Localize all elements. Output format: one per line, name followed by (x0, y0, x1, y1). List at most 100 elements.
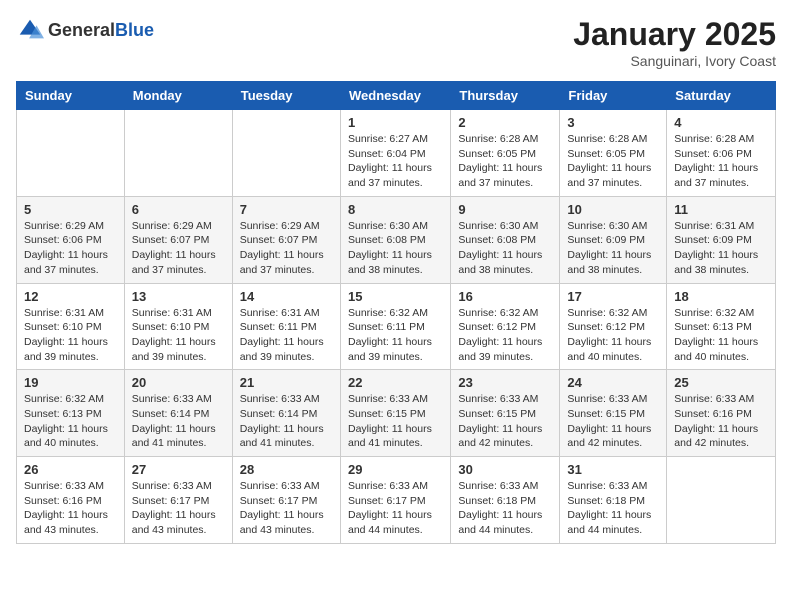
day-info: Sunrise: 6:32 AM Sunset: 6:13 PM Dayligh… (674, 306, 768, 365)
day-number: 9 (458, 202, 552, 217)
day-info: Sunrise: 6:33 AM Sunset: 6:15 PM Dayligh… (567, 392, 659, 451)
title-block: January 2025 Sanguinari, Ivory Coast (573, 16, 776, 69)
calendar-cell: 20Sunrise: 6:33 AM Sunset: 6:14 PM Dayli… (124, 370, 232, 457)
calendar-cell: 31 Sunrise: 6:33 AM Sunset: 6:18 PM Dayli… (560, 457, 667, 544)
page-header: GeneralBlue January 2025 Sanguinari, Ivo… (16, 16, 776, 69)
calendar-cell: 16 Sunrise: 6:32 AM Sunset: 6:12 PM Dayli… (451, 283, 560, 370)
calendar-cell: 14Sunrise: 6:31 AM Sunset: 6:11 PM Dayli… (232, 283, 340, 370)
logo-blue: Blue (115, 20, 154, 40)
calendar-cell: 18 Sunrise: 6:32 AM Sunset: 6:13 PM Dayli… (667, 283, 776, 370)
calendar-cell: 27 Sunrise: 6:33 AM Sunset: 6:17 PM Dayli… (124, 457, 232, 544)
day-info: Sunrise: 6:33 AM Sunset: 6:17 PM Dayligh… (240, 479, 333, 538)
calendar-table: SundayMondayTuesdayWednesdayThursdayFrid… (16, 81, 776, 544)
day-info: Sunrise: 6:30 AM Sunset: 6:09 PM Dayligh… (567, 219, 659, 278)
calendar-week-row: 1Sunrise: 6:27 AM Sunset: 6:04 PM Daylig… (17, 110, 776, 197)
calendar-cell (17, 110, 125, 197)
day-number: 16 (458, 289, 552, 304)
day-info: Sunrise: 6:30 AM Sunset: 6:08 PM Dayligh… (458, 219, 552, 278)
day-info: Sunrise: 6:33 AM Sunset: 6:18 PM Dayligh… (458, 479, 552, 538)
day-number: 27 (132, 462, 225, 477)
calendar-week-row: 12 Sunrise: 6:31 AM Sunset: 6:10 PM Dayli… (17, 283, 776, 370)
calendar-cell: 15 Sunrise: 6:32 AM Sunset: 6:11 PM Dayli… (340, 283, 450, 370)
calendar-cell: 24 Sunrise: 6:33 AM Sunset: 6:15 PM Dayli… (560, 370, 667, 457)
day-info: Sunrise: 6:28 AM Sunset: 6:05 PM Dayligh… (567, 132, 659, 191)
day-info: Sunrise: 6:27 AM Sunset: 6:04 PM Dayligh… (348, 132, 443, 191)
day-number: 29 (348, 462, 443, 477)
day-info: Sunrise: 6:33 AM Sunset: 6:17 PM Dayligh… (132, 479, 225, 538)
day-info: Sunrise: 6:33 AM Sunset: 6:18 PM Dayligh… (567, 479, 659, 538)
day-number: 10 (567, 202, 659, 217)
calendar-week-row: 19 Sunrise: 6:32 AM Sunset: 6:13 PM Dayli… (17, 370, 776, 457)
calendar-cell: 21 Sunrise: 6:33 AM Sunset: 6:14 PM Dayli… (232, 370, 340, 457)
day-number: 2 (458, 115, 552, 130)
day-number: 25 (674, 375, 768, 390)
day-info: Sunrise: 6:32 AM Sunset: 6:11 PM Dayligh… (348, 306, 443, 365)
day-number: 23 (458, 375, 552, 390)
day-info: Sunrise: 6:31 AM Sunset: 6:10 PM Dayligh… (132, 306, 225, 365)
day-info: Sunrise: 6:33 AM Sunset: 6:15 PM Dayligh… (348, 392, 443, 451)
day-number: 26 (24, 462, 117, 477)
day-number: 14 (240, 289, 333, 304)
calendar-cell: 7Sunrise: 6:29 AM Sunset: 6:07 PM Daylig… (232, 196, 340, 283)
logo: GeneralBlue (16, 16, 154, 44)
calendar-cell: 12 Sunrise: 6:31 AM Sunset: 6:10 PM Dayli… (17, 283, 125, 370)
calendar-cell: 4 Sunrise: 6:28 AM Sunset: 6:06 PM Daylig… (667, 110, 776, 197)
day-info: Sunrise: 6:32 AM Sunset: 6:12 PM Dayligh… (458, 306, 552, 365)
day-number: 21 (240, 375, 333, 390)
day-info: Sunrise: 6:28 AM Sunset: 6:05 PM Dayligh… (458, 132, 552, 191)
calendar-cell: 30Sunrise: 6:33 AM Sunset: 6:18 PM Dayli… (451, 457, 560, 544)
calendar-cell (124, 110, 232, 197)
calendar-cell: 25 Sunrise: 6:33 AM Sunset: 6:16 PM Dayli… (667, 370, 776, 457)
day-info: Sunrise: 6:29 AM Sunset: 6:07 PM Dayligh… (240, 219, 333, 278)
weekday-header-row: SundayMondayTuesdayWednesdayThursdayFrid… (17, 82, 776, 110)
day-number: 22 (348, 375, 443, 390)
day-number: 31 (567, 462, 659, 477)
day-number: 20 (132, 375, 225, 390)
logo-icon (16, 16, 44, 44)
day-info: Sunrise: 6:33 AM Sunset: 6:15 PM Dayligh… (458, 392, 552, 451)
day-info: Sunrise: 6:33 AM Sunset: 6:16 PM Dayligh… (674, 392, 768, 451)
day-number: 28 (240, 462, 333, 477)
day-number: 11 (674, 202, 768, 217)
day-info: Sunrise: 6:33 AM Sunset: 6:17 PM Dayligh… (348, 479, 443, 538)
calendar-cell: 11 Sunrise: 6:31 AM Sunset: 6:09 PM Dayli… (667, 196, 776, 283)
day-info: Sunrise: 6:33 AM Sunset: 6:16 PM Dayligh… (24, 479, 117, 538)
day-number: 13 (132, 289, 225, 304)
calendar-cell: 22 Sunrise: 6:33 AM Sunset: 6:15 PM Dayli… (340, 370, 450, 457)
calendar-cell: 2 Sunrise: 6:28 AM Sunset: 6:05 PM Daylig… (451, 110, 560, 197)
calendar-cell: 3 Sunrise: 6:28 AM Sunset: 6:05 PM Daylig… (560, 110, 667, 197)
day-number: 18 (674, 289, 768, 304)
day-number: 19 (24, 375, 117, 390)
calendar-cell: 17Sunrise: 6:32 AM Sunset: 6:12 PM Dayli… (560, 283, 667, 370)
weekday-header-sunday: Sunday (17, 82, 125, 110)
day-number: 3 (567, 115, 659, 130)
weekday-header-saturday: Saturday (667, 82, 776, 110)
day-info: Sunrise: 6:31 AM Sunset: 6:10 PM Dayligh… (24, 306, 117, 365)
month-title: January 2025 (573, 16, 776, 53)
day-info: Sunrise: 6:29 AM Sunset: 6:06 PM Dayligh… (24, 219, 117, 278)
calendar-cell (232, 110, 340, 197)
weekday-header-tuesday: Tuesday (232, 82, 340, 110)
calendar-week-row: 5Sunrise: 6:29 AM Sunset: 6:06 PM Daylig… (17, 196, 776, 283)
day-number: 24 (567, 375, 659, 390)
calendar-cell: 26 Sunrise: 6:33 AM Sunset: 6:16 PM Dayli… (17, 457, 125, 544)
day-number: 4 (674, 115, 768, 130)
weekday-header-thursday: Thursday (451, 82, 560, 110)
day-number: 15 (348, 289, 443, 304)
calendar-cell: 19 Sunrise: 6:32 AM Sunset: 6:13 PM Dayli… (17, 370, 125, 457)
day-info: Sunrise: 6:28 AM Sunset: 6:06 PM Dayligh… (674, 132, 768, 191)
weekday-header-friday: Friday (560, 82, 667, 110)
day-number: 8 (348, 202, 443, 217)
day-info: Sunrise: 6:33 AM Sunset: 6:14 PM Dayligh… (240, 392, 333, 451)
day-info: Sunrise: 6:32 AM Sunset: 6:13 PM Dayligh… (24, 392, 117, 451)
day-info: Sunrise: 6:31 AM Sunset: 6:09 PM Dayligh… (674, 219, 768, 278)
calendar-cell: 13 Sunrise: 6:31 AM Sunset: 6:10 PM Dayli… (124, 283, 232, 370)
calendar-cell: 28 Sunrise: 6:33 AM Sunset: 6:17 PM Dayli… (232, 457, 340, 544)
day-number: 17 (567, 289, 659, 304)
calendar-cell: 6Sunrise: 6:29 AM Sunset: 6:07 PM Daylig… (124, 196, 232, 283)
weekday-header-monday: Monday (124, 82, 232, 110)
logo-general: General (48, 20, 115, 40)
calendar-cell: 9 Sunrise: 6:30 AM Sunset: 6:08 PM Daylig… (451, 196, 560, 283)
day-number: 12 (24, 289, 117, 304)
calendar-cell: 29 Sunrise: 6:33 AM Sunset: 6:17 PM Dayli… (340, 457, 450, 544)
